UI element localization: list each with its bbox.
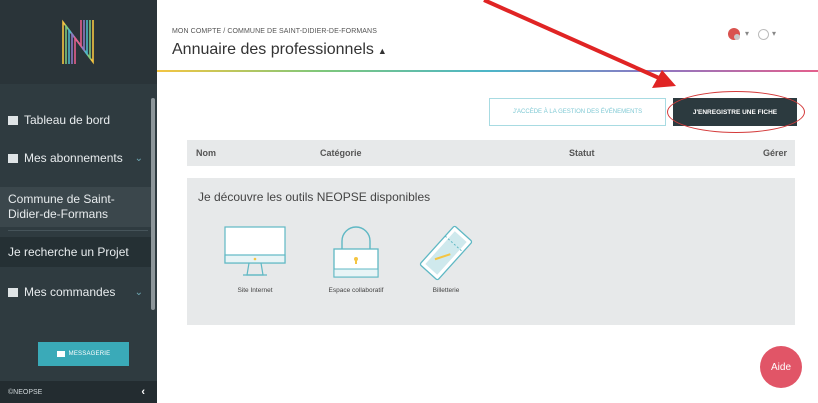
caret-up-icon: ▲ <box>377 46 387 56</box>
padlock-icon <box>333 226 379 278</box>
monitor-icon <box>224 226 286 276</box>
tool-label: Espace collaboratif <box>328 287 384 294</box>
sidebar-item-label: Mes abonnements <box>24 151 123 165</box>
sidebar-item-label: Mes commandes <box>24 285 116 299</box>
column-header-gerer: Gérer <box>762 148 787 158</box>
breadcrumb[interactable]: MON COMPTE / COMMUNE DE SAINT-DIDIER-DE-… <box>172 28 377 35</box>
caret-down-icon[interactable]: ▾ <box>745 29 749 38</box>
help-button[interactable]: Aide <box>760 346 802 388</box>
sidebar-divider <box>8 230 148 231</box>
sidebar-item-tableau-de-bord[interactable]: Tableau de bord <box>0 108 151 132</box>
caret-down-icon[interactable]: ▾ <box>772 29 776 38</box>
subscriptions-icon <box>8 153 18 163</box>
annotation-circle <box>667 91 805 133</box>
page-title-text: Annuaire des professionnels <box>172 41 374 58</box>
table-header: Nom Catégorie Statut Gérer <box>187 140 795 166</box>
user-avatar-icon[interactable] <box>758 29 769 40</box>
tools-panel: Je découvre les outils NEOPSE disponible… <box>187 178 795 325</box>
sidebar-scrollbar[interactable] <box>151 98 155 310</box>
ticket-icon <box>419 225 473 281</box>
page-title[interactable]: Annuaire des professionnels ▲ <box>172 41 387 59</box>
tool-site-internet[interactable]: Site Internet <box>210 223 300 294</box>
tool-espace-collaboratif[interactable]: Espace collaboratif <box>311 223 401 294</box>
column-header-categorie[interactable]: Catégorie <box>320 148 362 158</box>
sidebar-item-label: Commune de Saint-Didier-de-Formans <box>8 192 115 221</box>
column-header-nom[interactable]: Nom <box>196 148 216 158</box>
n-logo-icon <box>61 19 94 65</box>
manage-events-button[interactable]: J'ACCÈDE À LA GESTION DES ÉVÉNEMENTS <box>489 98 666 126</box>
message-icon <box>56 351 65 357</box>
column-header-statut[interactable]: Statut <box>569 148 595 158</box>
manage-events-label: J'ACCÈDE À LA GESTION DES ÉVÉNEMENTS <box>512 109 643 115</box>
sidebar-item-commune[interactable]: Commune de Saint-Didier-de-Formans <box>0 187 151 227</box>
collapse-sidebar-icon[interactable]: ‹ <box>141 386 145 398</box>
neopse-logo[interactable] <box>0 0 157 84</box>
header-rainbow-divider <box>157 70 818 72</box>
dashboard-icon <box>8 115 18 125</box>
sidebar-footer: ©NEOPSE ‹ <box>0 381 157 403</box>
notification-badge <box>734 34 740 40</box>
sidebar: Tableau de bord Mes abonnements ⌄ Commun… <box>0 0 157 403</box>
sidebar-item-label: Je recherche un Projet <box>8 245 129 259</box>
sidebar-item-projet[interactable]: Je recherche un Projet <box>0 237 151 267</box>
sidebar-item-label: Tableau de bord <box>24 113 111 127</box>
tools-panel-title: Je découvre les outils NEOPSE disponible… <box>198 190 431 204</box>
tool-label: Billetterie <box>432 287 460 294</box>
chevron-down-icon: ⌄ <box>134 152 143 164</box>
help-label: Aide <box>770 361 791 373</box>
chevron-down-icon: ⌄ <box>134 286 143 298</box>
tool-label: Site Internet <box>237 287 273 294</box>
sidebar-item-commandes[interactable]: Mes commandes ⌄ <box>0 280 151 304</box>
sidebar-item-abonnements[interactable]: Mes abonnements ⌄ <box>0 146 151 170</box>
orders-icon <box>8 287 18 297</box>
page-header: MON COMPTE / COMMUNE DE SAINT-DIDIER-DE-… <box>157 0 818 72</box>
messagerie-button[interactable]: MESSAGERIE <box>38 342 129 366</box>
messagerie-label: MESSAGERIE <box>68 351 111 357</box>
tool-billetterie[interactable]: Billetterie <box>401 223 491 294</box>
copyright-label: ©NEOPSE <box>8 388 43 396</box>
